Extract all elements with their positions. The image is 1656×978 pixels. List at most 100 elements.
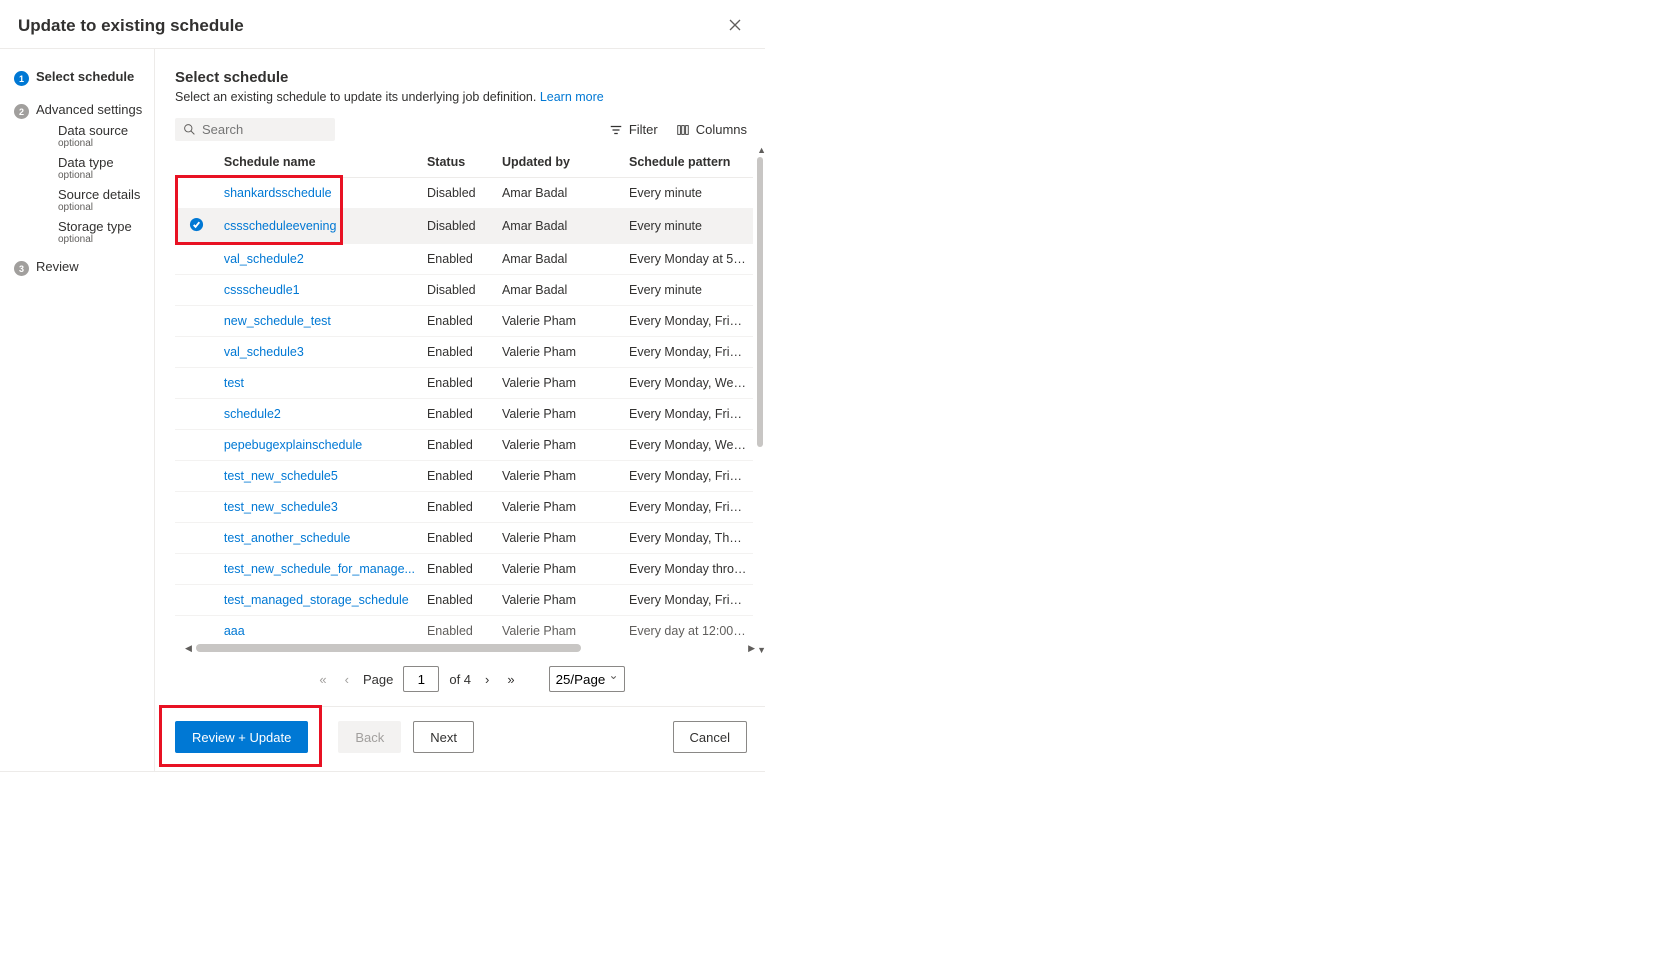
row-status: Enabled <box>421 523 496 554</box>
vertical-scrollbar[interactable]: ▲ ▼ <box>755 147 765 597</box>
row-select-cell[interactable] <box>175 337 218 368</box>
learn-more-link[interactable]: Learn more <box>540 90 604 104</box>
back-button[interactable]: Back <box>338 721 401 753</box>
horizontal-scrollbar[interactable]: ◀ ▶ <box>175 640 765 656</box>
pager-prev[interactable]: ‹ <box>341 670 353 689</box>
main-content: Select schedule Select an existing sched… <box>155 49 765 771</box>
scroll-down-arrow[interactable]: ▼ <box>757 645 766 655</box>
schedule-link[interactable]: cssscheudle1 <box>224 283 300 297</box>
row-select-cell[interactable] <box>175 306 218 337</box>
pager-first[interactable]: « <box>315 670 330 689</box>
row-select-cell[interactable] <box>175 209 218 244</box>
schedule-link[interactable]: shankardsschedule <box>224 186 332 200</box>
pager-page-input[interactable] <box>403 666 439 692</box>
close-icon <box>729 19 741 31</box>
col-updated-by[interactable]: Updated by <box>496 147 623 178</box>
scroll-thumb[interactable] <box>757 157 763 447</box>
table-row[interactable]: val_schedule2EnabledAmar BadalEvery Mond… <box>175 244 753 275</box>
schedule-link[interactable]: test_new_schedule3 <box>224 500 338 514</box>
substep-data-source[interactable]: Data source optional <box>58 123 146 149</box>
row-select-cell[interactable] <box>175 554 218 585</box>
schedule-link[interactable]: aaa <box>224 624 245 638</box>
table-row[interactable]: val_schedule3EnabledValerie PhamEvery Mo… <box>175 337 753 368</box>
step-select-schedule[interactable]: Select schedule <box>14 69 146 84</box>
row-select-cell[interactable] <box>175 461 218 492</box>
table-row[interactable]: test_managed_storage_scheduleEnabledVale… <box>175 585 753 616</box>
step-review[interactable]: Review <box>14 259 146 274</box>
search-wrap[interactable] <box>175 118 335 141</box>
substep-storage-type[interactable]: Storage type optional <box>58 219 146 245</box>
pager-next[interactable]: › <box>481 670 493 689</box>
panel-header: Update to existing schedule <box>0 0 765 49</box>
row-pattern: Every Monday, Friday at 7:00 <box>623 461 753 492</box>
row-name: test_new_schedule3 <box>218 492 421 523</box>
row-select-cell[interactable] <box>175 399 218 430</box>
table-row[interactable]: test_another_scheduleEnabledValerie Pham… <box>175 523 753 554</box>
col-name[interactable]: Schedule name <box>218 147 421 178</box>
table-row[interactable]: shankardsscheduleDisabledAmar BadalEvery… <box>175 178 753 209</box>
row-pattern: Every Monday, Wednesday, <box>623 368 753 399</box>
row-name: test <box>218 368 421 399</box>
row-status: Enabled <box>421 554 496 585</box>
table-row[interactable]: new_schedule_testEnabledValerie PhamEver… <box>175 306 753 337</box>
search-input[interactable] <box>202 122 322 137</box>
substep-data-type[interactable]: Data type optional <box>58 155 146 181</box>
check-icon <box>189 217 204 232</box>
row-select-cell[interactable] <box>175 275 218 306</box>
next-button[interactable]: Next <box>413 721 474 753</box>
scroll-thumb-h[interactable] <box>196 644 581 652</box>
pager-last[interactable]: » <box>503 670 518 689</box>
step-advanced-settings[interactable]: Advanced settings Data source optional D… <box>14 102 146 245</box>
schedule-link[interactable]: test_new_schedule_for_manage... <box>224 562 415 576</box>
scroll-up-arrow[interactable]: ▲ <box>757 145 766 155</box>
table-row[interactable]: test_new_schedule5EnabledValerie PhamEve… <box>175 461 753 492</box>
row-select-cell[interactable] <box>175 523 218 554</box>
schedule-link[interactable]: val_schedule3 <box>224 345 304 359</box>
close-button[interactable] <box>725 14 745 38</box>
table-row[interactable]: testEnabledValerie PhamEvery Monday, Wed… <box>175 368 753 399</box>
table-row[interactable]: pepebugexplainscheduleEnabledValerie Pha… <box>175 430 753 461</box>
schedule-link[interactable]: new_schedule_test <box>224 314 331 328</box>
table-row[interactable]: cssscheudle1DisabledAmar BadalEvery minu… <box>175 275 753 306</box>
row-select-cell[interactable] <box>175 368 218 399</box>
row-status: Enabled <box>421 306 496 337</box>
schedule-link[interactable]: pepebugexplainschedule <box>224 438 362 452</box>
row-updated-by: Valerie Pham <box>496 430 623 461</box>
row-pattern: Every Monday at 5:00 PM (UTC) <box>623 244 753 275</box>
row-select-cell[interactable] <box>175 492 218 523</box>
panel-title: Update to existing schedule <box>18 16 244 36</box>
schedule-link[interactable]: cssscheduleevening <box>224 219 337 233</box>
col-pattern[interactable]: Schedule pattern <box>623 147 753 178</box>
panel: Update to existing schedule Select sched… <box>0 0 765 772</box>
schedule-link[interactable]: test_another_schedule <box>224 531 350 545</box>
col-select <box>175 147 218 178</box>
table-row[interactable]: test_new_schedule_for_manage...EnabledVa… <box>175 554 753 585</box>
substep-source-details[interactable]: Source details optional <box>58 187 146 213</box>
review-update-button[interactable]: Review + Update <box>175 721 308 753</box>
table-row[interactable]: schedule2EnabledValerie PhamEvery Monday… <box>175 399 753 430</box>
schedule-link[interactable]: val_schedule2 <box>224 252 304 266</box>
schedule-link[interactable]: test_managed_storage_schedule <box>224 593 409 607</box>
scroll-left-arrow[interactable]: ◀ <box>181 643 196 654</box>
cancel-button[interactable]: Cancel <box>673 721 747 753</box>
table-row[interactable]: cssscheduleeveningDisabledAmar BadalEver… <box>175 209 753 244</box>
row-select-cell[interactable] <box>175 430 218 461</box>
columns-button[interactable]: Columns <box>676 122 747 137</box>
schedule-link[interactable]: test_new_schedule5 <box>224 469 338 483</box>
table-row[interactable]: test_new_schedule3EnabledValerie PhamEve… <box>175 492 753 523</box>
row-name: test_managed_storage_schedule <box>218 585 421 616</box>
row-select-cell[interactable] <box>175 585 218 616</box>
schedule-link[interactable]: schedule2 <box>224 407 281 421</box>
row-status: Disabled <box>421 275 496 306</box>
toolbar: Filter Columns <box>175 118 765 141</box>
row-select-cell[interactable] <box>175 178 218 209</box>
pager-page-size[interactable]: 25/Page <box>549 666 625 692</box>
row-select-cell[interactable] <box>175 244 218 275</box>
filter-button[interactable]: Filter <box>609 122 658 137</box>
col-status[interactable]: Status <box>421 147 496 178</box>
row-status: Enabled <box>421 399 496 430</box>
row-status: Disabled <box>421 209 496 244</box>
table-row[interactable]: aaaEnabledValerie PhamEvery day at 12:00… <box>175 616 753 639</box>
schedule-link[interactable]: test <box>224 376 244 390</box>
row-updated-by: Valerie Pham <box>496 306 623 337</box>
